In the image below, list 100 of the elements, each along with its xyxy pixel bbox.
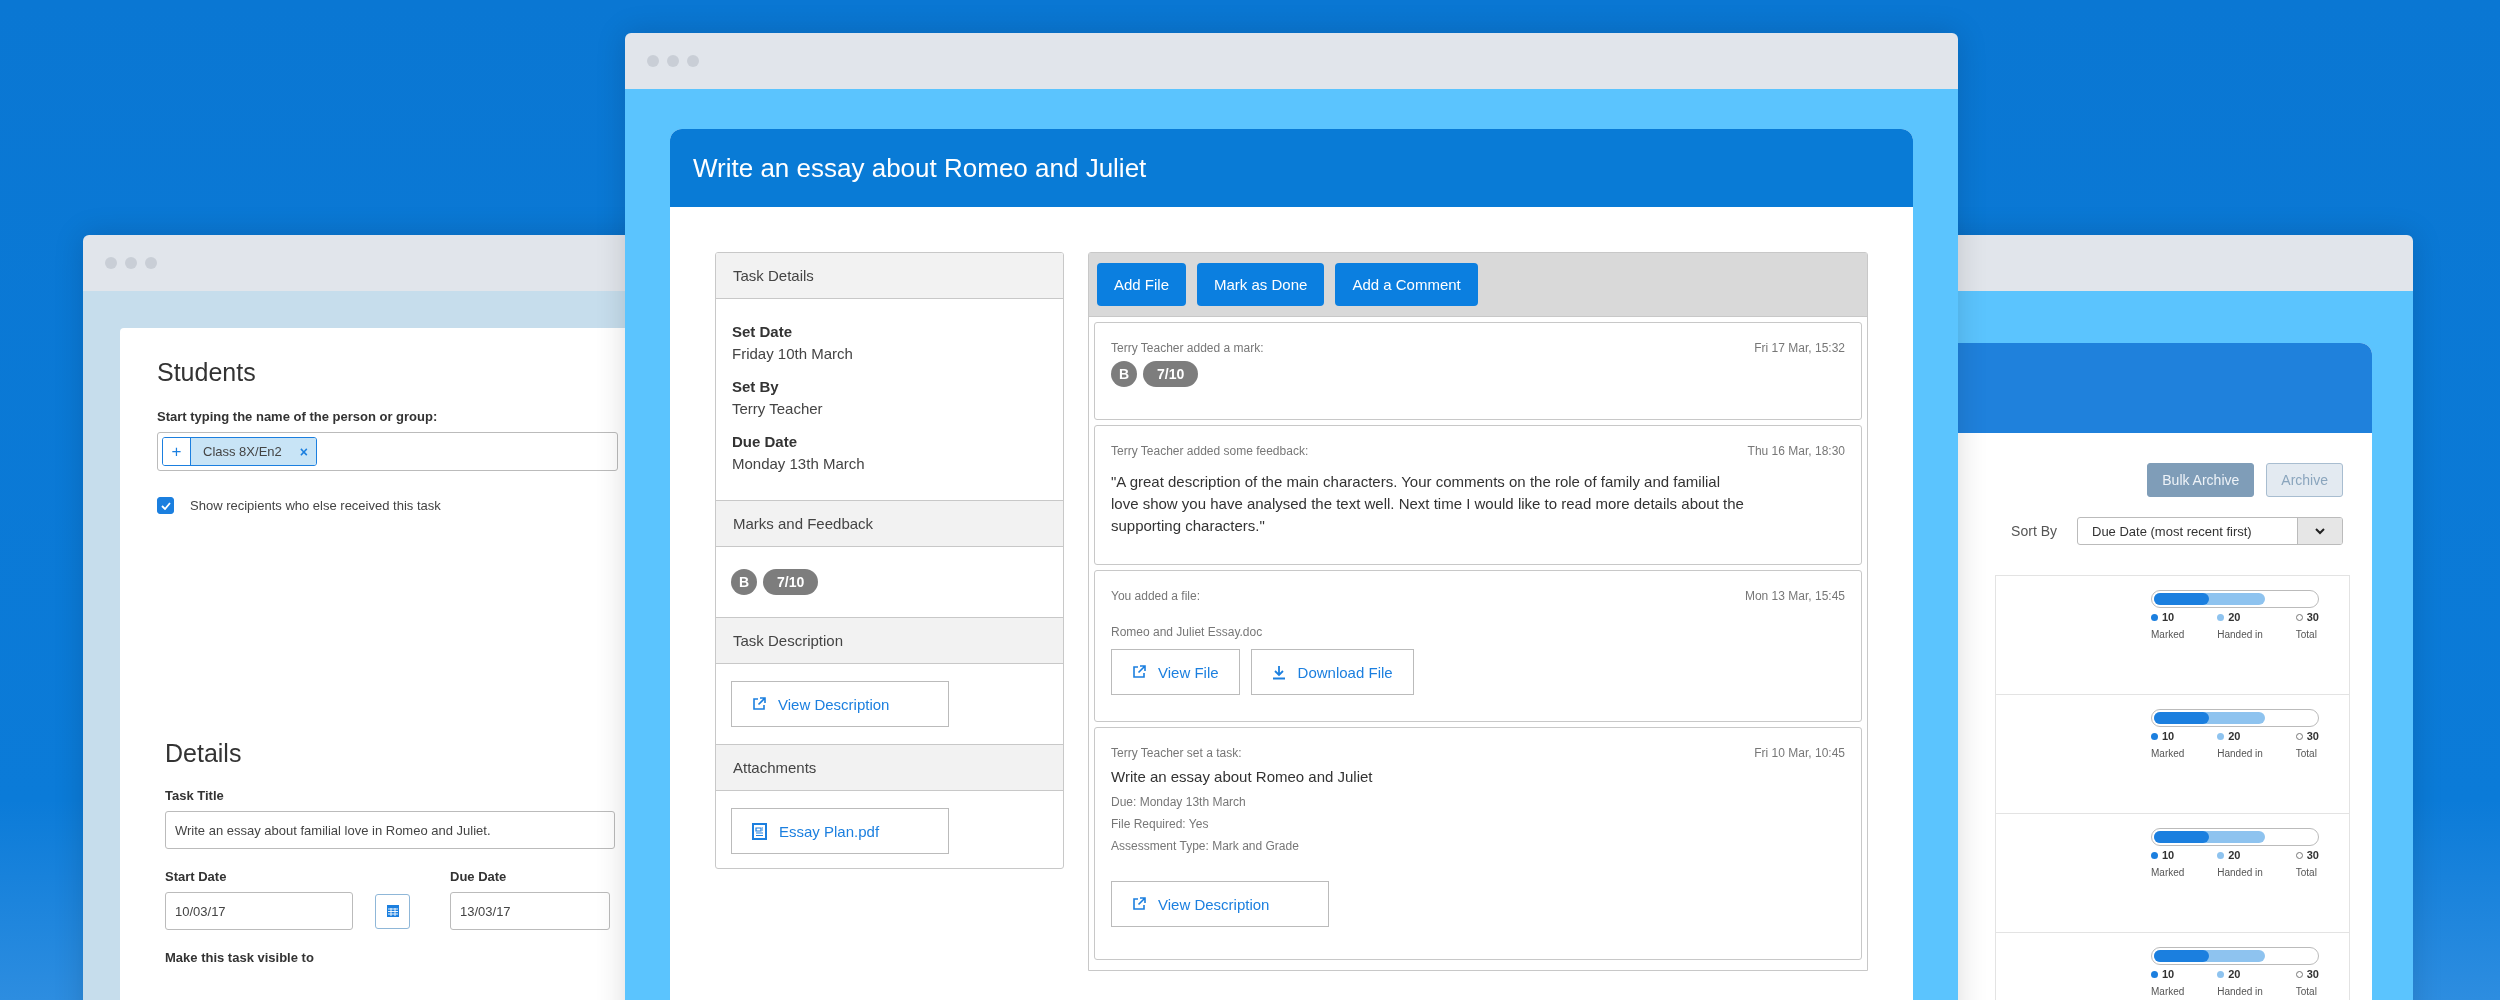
stat-label: Marked <box>2151 747 2185 759</box>
detail-label: Set By <box>732 378 780 395</box>
calendar-icon <box>385 904 400 918</box>
legend-dot-icon <box>2151 970 2158 978</box>
stat-label: Handed in <box>2217 747 2263 759</box>
activity-time: Mon 13 Mar, 15:45 <box>1744 589 1845 604</box>
activity-time: Thu 16 Mar, 18:30 <box>1747 444 1845 458</box>
stat-count: 30 <box>2306 849 2319 862</box>
view-description-button[interactable]: View Description <box>731 681 949 727</box>
stat-count: 20 <box>2228 968 2241 981</box>
tag-label: Class 8X/En2 <box>203 444 282 459</box>
stat-label: Marked <box>2151 985 2185 997</box>
checkbox-label: Show recipients who else received this task <box>190 498 441 513</box>
section-heading: Details <box>165 739 243 768</box>
field-label: Make this task visible to <box>165 950 315 965</box>
field-label: Start Date <box>165 869 228 884</box>
stat-label: Total <box>2295 628 2317 640</box>
stat-label: Marked <box>2151 628 2185 640</box>
file-name: Romeo and Juliet Essay.doc <box>1111 625 1264 640</box>
sort-label: Sort By <box>2011 523 2057 539</box>
stat-count: 30 <box>2306 611 2319 624</box>
external-link-icon <box>752 697 766 711</box>
task-detail: File Required: Yes <box>1111 817 1210 832</box>
legend-dot-icon <box>2151 732 2158 740</box>
legend-dot-icon <box>2217 851 2225 859</box>
due-date-field[interactable]: 13/03/17 <box>450 892 610 930</box>
detail-value: Monday 13th March <box>732 455 866 472</box>
chevron-down-icon <box>2315 527 2325 535</box>
task-detail: Assessment Type: Mark and Grade <box>1111 839 1300 854</box>
activity-time: Fri 10 Mar, 10:45 <box>1754 746 1845 761</box>
window-dots-icon <box>647 55 699 67</box>
external-link-icon <box>1132 897 1146 912</box>
field-label: Start typing the name of the person or group: <box>157 409 439 424</box>
field-label: Due Date <box>450 869 508 884</box>
stat-label: Total <box>2295 747 2317 759</box>
stat-count: 10 <box>2162 611 2175 624</box>
legend-dot-icon <box>2295 732 2303 740</box>
archive-button[interactable]: Archive <box>2266 463 2343 497</box>
field-label: Task Title <box>165 788 225 803</box>
stat-count: 10 <box>2162 730 2175 743</box>
attachment-button[interactable]: Essay Plan.pdf <box>731 808 949 854</box>
view-button[interactable]: View File <box>1111 649 1240 696</box>
score-badge: 7/10 <box>1143 361 1199 387</box>
stat-count: 20 <box>2228 611 2241 624</box>
legend-dot-icon <box>2217 970 2225 978</box>
remove-button[interactable]: × <box>299 443 308 460</box>
section-header: Task Description <box>716 618 1063 664</box>
section-header: Attachments <box>716 745 1063 791</box>
document-icon <box>752 822 767 840</box>
section-heading: Students <box>157 358 257 387</box>
stat-count: 10 <box>2162 968 2175 981</box>
legend-dot-icon <box>2295 851 2303 859</box>
legend-dot-icon <box>2151 613 2158 621</box>
add-button[interactable]: + <box>163 438 191 465</box>
legend-dot-icon <box>2295 970 2303 978</box>
calendar-button[interactable] <box>375 893 410 929</box>
task-title: Write an essay about Romeo and Juliet <box>693 152 1147 184</box>
task-title-field[interactable]: Write an essay about familial love in Romeo and Juliet. <box>165 811 615 849</box>
stat-count: 30 <box>2306 968 2319 981</box>
task-detail: Due: Monday 13th March <box>1111 795 1247 810</box>
checkbox[interactable] <box>157 497 174 514</box>
window-dots-icon <box>105 257 157 269</box>
legend-dot-icon <box>2217 732 2225 740</box>
grade-badge: B <box>731 569 757 595</box>
stat-label: Total <box>2295 866 2317 878</box>
section-header: Task Details <box>716 253 1063 299</box>
section-header: Marks and Feedback <box>716 501 1063 547</box>
sort-dropdown[interactable]: Due Date (most recent first) <box>2077 517 2343 545</box>
view-description-button[interactable]: View Description <box>1111 881 1329 928</box>
external-link-icon <box>1132 665 1146 680</box>
activity-heading: You added a file: <box>1111 589 1200 604</box>
activity-time: Fri 17 Mar, 15:32 <box>1754 341 1845 355</box>
stat-label: Handed in <box>2217 628 2263 640</box>
bulk-archive-button[interactable]: Bulk Archive <box>2147 463 2255 497</box>
score-badge: 7/10 <box>763 569 819 595</box>
download-button[interactable]: Download File <box>1250 649 1414 696</box>
legend-dot-icon <box>2217 613 2225 621</box>
feedback-text: "A great description of the main characters. Your comments on the role of family and familial love show you have analysed the text well. Next time I would like to read more details about the supporting characters." <box>1111 472 1745 536</box>
grade-badge: B <box>1111 361 1137 387</box>
action-button[interactable]: Add a Comment <box>1335 263 1478 306</box>
task-heading: Write an essay about Romeo and Juliet <box>1111 768 1374 786</box>
stat-count: 10 <box>2162 849 2175 862</box>
stat-label: Handed in <box>2217 866 2263 878</box>
start-date-field[interactable]: 10/03/17 <box>165 892 353 930</box>
action-button[interactable]: Add File <box>1097 263 1187 306</box>
stat-label: Marked <box>2151 866 2185 878</box>
activity-heading: Terry Teacher added some feedback: <box>1111 444 1309 458</box>
legend-dot-icon <box>2151 851 2158 859</box>
download-icon <box>1271 664 1286 680</box>
stat-count: 20 <box>2228 730 2241 743</box>
detail-value: Terry Teacher <box>732 400 824 417</box>
stat-count: 20 <box>2228 849 2241 862</box>
action-button[interactable]: Mark as Done <box>1197 263 1325 306</box>
recipient-field[interactable]: + Class 8X/En2 × <box>157 432 618 471</box>
detail-label: Set Date <box>732 323 794 340</box>
checkmark-icon <box>160 501 171 510</box>
stat-label: Total <box>2295 985 2317 997</box>
legend-dot-icon <box>2295 613 2303 621</box>
detail-label: Due Date <box>732 433 799 450</box>
detail-value: Friday 10th March <box>732 345 854 362</box>
